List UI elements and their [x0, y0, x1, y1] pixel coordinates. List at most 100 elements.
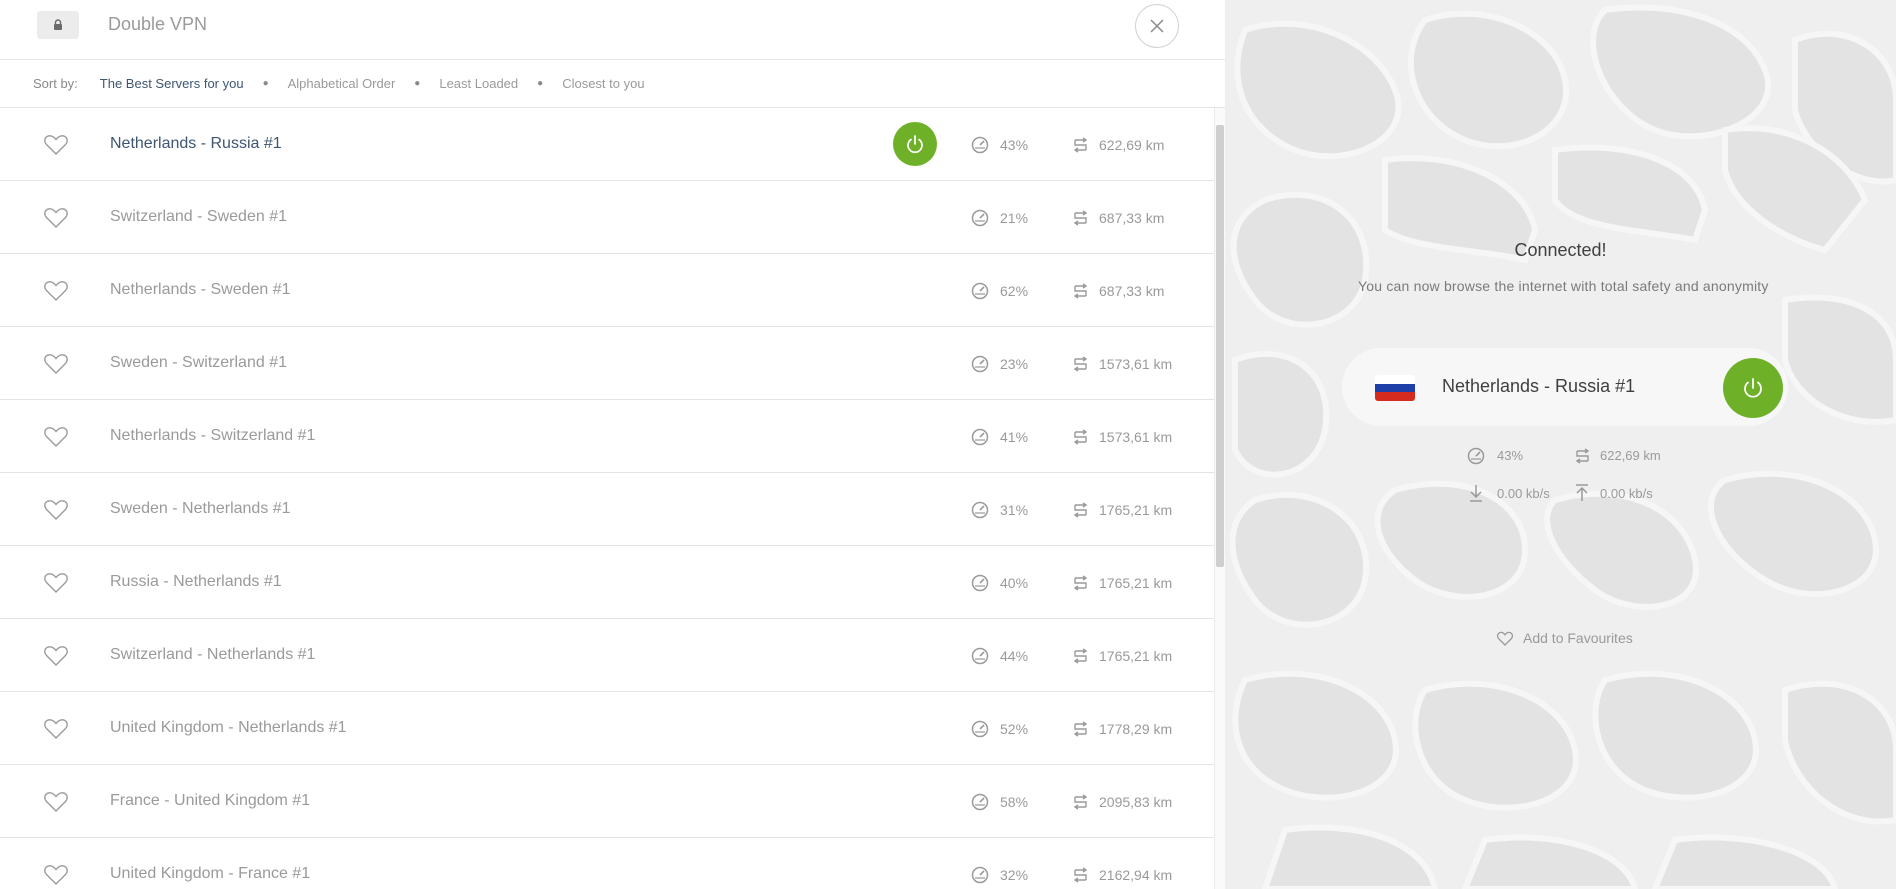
load-icon	[971, 501, 989, 519]
server-row[interactable]: United Kingdom - France #1 32% 2162,94 km	[0, 838, 1214, 889]
server-row[interactable]: Switzerland - Sweden #1 21% 687,33 km	[0, 181, 1214, 254]
sort-best-servers[interactable]: The Best Servers for you	[100, 76, 244, 91]
server-name: United Kingdom - France #1	[110, 865, 311, 882]
load-icon	[971, 355, 989, 373]
server-distance: 1765,21 km	[1099, 575, 1173, 591]
heart-icon[interactable]	[44, 426, 68, 448]
server-name: Netherlands - Sweden #1	[110, 281, 291, 298]
power-icon	[904, 133, 926, 155]
heart-icon[interactable]	[44, 572, 68, 594]
flag-stripe	[1375, 392, 1415, 401]
server-row[interactable]: Sweden - Netherlands #1 31% 1765,21 km	[0, 473, 1214, 546]
connected-server-card: Netherlands - Russia #1	[1342, 348, 1788, 426]
server-name: Sweden - Netherlands #1	[110, 500, 291, 517]
server-row[interactable]: France - United Kingdom #1 58% 2095,83 km	[0, 765, 1214, 838]
heart-icon[interactable]	[44, 645, 68, 667]
heart-icon[interactable]	[44, 718, 68, 740]
load-icon	[971, 209, 989, 227]
distance-icon	[1072, 210, 1089, 226]
server-load: 43%	[1000, 137, 1029, 153]
add-to-favourites-label: Add to Favourites	[1523, 630, 1633, 646]
flag-icon	[1375, 375, 1415, 401]
server-load: 44%	[1000, 648, 1029, 664]
load-icon	[971, 428, 989, 446]
server-distance: 1573,61 km	[1099, 429, 1173, 445]
status-load: 43%	[1497, 448, 1524, 463]
load-icon	[971, 647, 989, 665]
server-row[interactable]: Netherlands - Sweden #1 62% 687,33 km	[0, 254, 1214, 327]
server-distance: 2162,94 km	[1099, 867, 1173, 883]
server-load: 41%	[1000, 429, 1029, 445]
heart-icon[interactable]	[44, 791, 68, 813]
server-name: United Kingdom - Netherlands #1	[110, 719, 347, 736]
server-row[interactable]: Sweden - Switzerland #1 23% 1573,61 km	[0, 327, 1214, 400]
header: Double VPN	[0, 0, 1225, 60]
distance-icon	[1072, 356, 1089, 372]
close-icon	[1150, 19, 1164, 33]
status-panel: Connected! You can now browse the intern…	[1225, 0, 1896, 889]
distance-icon	[1072, 137, 1089, 153]
server-row[interactable]: Switzerland - Netherlands #1 44% 1765,21 k…	[0, 619, 1214, 692]
page-title: Double VPN	[108, 14, 208, 34]
server-distance: 1765,21 km	[1099, 648, 1173, 664]
load-icon	[971, 136, 989, 154]
distance-icon	[1072, 502, 1089, 518]
heart-icon[interactable]	[44, 207, 68, 229]
load-icon	[971, 720, 989, 738]
power-button[interactable]	[893, 122, 937, 166]
connected-server-name: Netherlands - Russia #1	[1442, 376, 1636, 396]
server-row[interactable]: Netherlands - Switzerland #1 41% 1573,61 k…	[0, 400, 1214, 473]
upload-icon	[1576, 484, 1588, 501]
sort-alphabetical[interactable]: Alphabetical Order	[288, 76, 396, 91]
heart-icon[interactable]	[44, 280, 68, 302]
heart-icon[interactable]	[44, 499, 68, 521]
server-distance: 2095,83 km	[1099, 794, 1173, 810]
server-name: France - United Kingdom #1	[110, 792, 311, 809]
add-to-favourites-button[interactable]: Add to Favourites	[1497, 630, 1633, 646]
sort-bar: Sort by: The Best Servers for you ● Alph…	[0, 60, 1225, 108]
sort-closest[interactable]: Closest to you	[562, 76, 644, 91]
server-row[interactable]: Netherlands - Russia #1 43% 622,69 km	[0, 108, 1214, 181]
heart-icon[interactable]	[44, 134, 68, 156]
server-distance: 1778,29 km	[1099, 721, 1173, 737]
distance-icon	[1072, 867, 1089, 883]
distance-icon	[1072, 794, 1089, 810]
distance-icon	[1575, 448, 1590, 464]
server-load: 21%	[1000, 210, 1029, 226]
server-load: 23%	[1000, 356, 1029, 372]
server-row[interactable]: Russia - Netherlands #1 40% 1765,21 km	[0, 546, 1214, 619]
disconnect-button[interactable]	[1723, 358, 1783, 418]
server-row[interactable]: United Kingdom - Netherlands #1 52% 1778,2…	[0, 692, 1214, 765]
server-distance: 1765,21 km	[1099, 502, 1173, 518]
server-distance: 687,33 km	[1099, 283, 1165, 299]
server-load: 58%	[1000, 794, 1029, 810]
load-icon	[971, 574, 989, 592]
sort-label: Sort by:	[33, 76, 78, 91]
server-load: 62%	[1000, 283, 1029, 299]
server-load: 31%	[1000, 502, 1029, 518]
scrollbar-thumb[interactable]	[1216, 125, 1224, 567]
status-title: Connected!	[1514, 240, 1607, 260]
status-download: 0.00 kb/s	[1497, 486, 1550, 501]
server-distance: 622,69 km	[1099, 137, 1165, 153]
server-name: Russia - Netherlands #1	[110, 573, 282, 590]
status-subtitle: You can now browse the internet with tot…	[1358, 278, 1769, 294]
server-list-panel: Double VPN Sort by: The Best Servers for…	[0, 0, 1225, 889]
download-icon	[1470, 485, 1482, 502]
heart-icon[interactable]	[44, 353, 68, 375]
server-load: 52%	[1000, 721, 1029, 737]
distance-icon	[1072, 575, 1089, 591]
close-button[interactable]	[1135, 4, 1179, 48]
separator-dot: ●	[414, 78, 421, 89]
server-distance: 687,33 km	[1099, 210, 1165, 226]
power-icon	[1744, 378, 1762, 398]
separator-dot: ●	[262, 78, 269, 89]
status-upload: 0.00 kb/s	[1600, 486, 1653, 501]
server-list: Netherlands - Russia #1 43% 622,69 km Switz…	[0, 108, 1214, 889]
load-icon	[971, 282, 989, 300]
server-load: 40%	[1000, 575, 1029, 591]
server-name: Switzerland - Sweden #1	[110, 208, 287, 225]
heart-icon[interactable]	[44, 864, 68, 886]
server-name: Sweden - Switzerland #1	[110, 354, 287, 371]
sort-least-loaded[interactable]: Least Loaded	[439, 76, 518, 91]
